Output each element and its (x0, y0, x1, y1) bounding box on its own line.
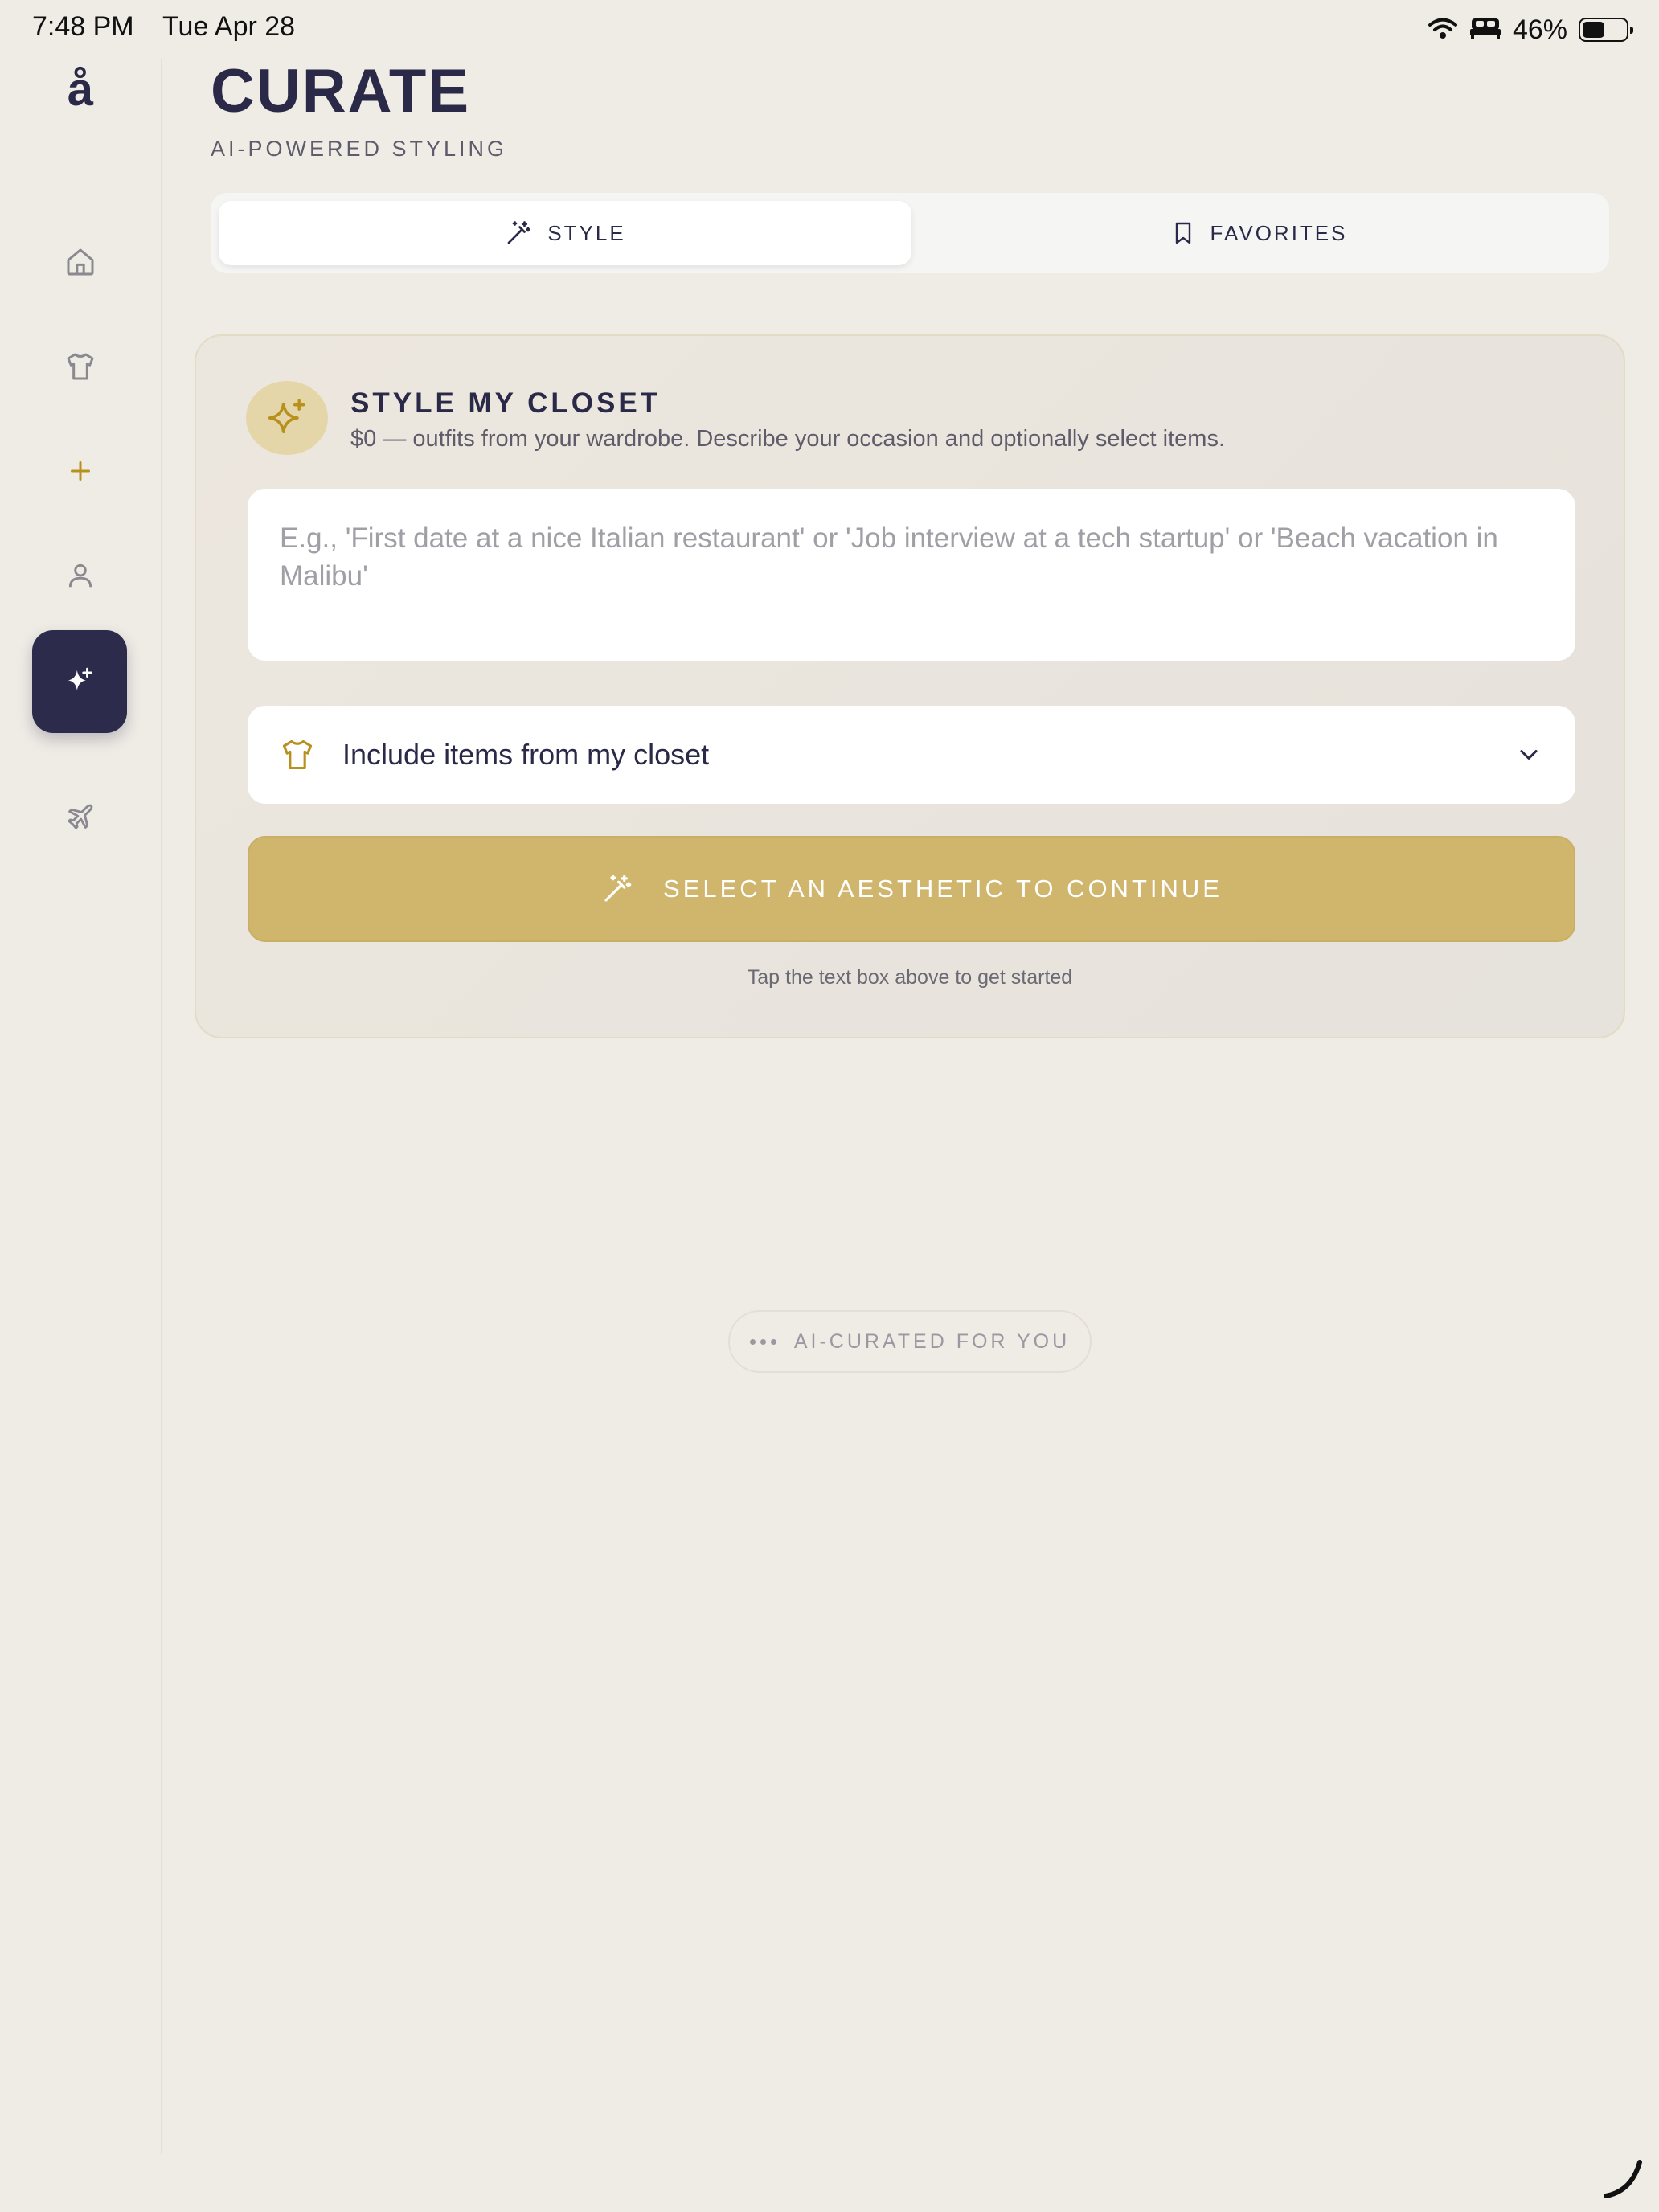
nav-travel[interactable] (48, 784, 113, 849)
nav-profile[interactable] (48, 543, 113, 608)
status-bar: 7:48 PM Tue Apr 28 46% (0, 0, 1659, 59)
tab-favorites[interactable]: FAVORITES (916, 201, 1601, 265)
magic-wand-icon (507, 221, 531, 244)
card-sparkle-badge (246, 381, 328, 455)
tab-style[interactable]: STYLE (219, 201, 911, 265)
plus-icon (71, 461, 90, 481)
nav-wardrobe[interactable] (48, 334, 113, 399)
closet-dropdown-label: Include items from my closet (342, 738, 710, 771)
occasion-input[interactable] (248, 489, 1575, 661)
nav-add[interactable] (48, 439, 113, 503)
magic-wand-icon (604, 875, 632, 902)
chevron-down-icon (1520, 750, 1538, 760)
page-subtitle: AI-POWERED STYLING (211, 137, 508, 161)
nav-home[interactable] (48, 230, 113, 294)
tab-style-label: STYLE (547, 220, 626, 245)
sparkle-icon (268, 399, 305, 434)
wifi-icon (1428, 16, 1458, 44)
home-icon (67, 248, 94, 276)
status-indicators: 46% (1428, 11, 1633, 48)
hint-text: Tap the text box above to get started (747, 966, 1073, 989)
closet-items-dropdown[interactable]: Include items from my closet (248, 706, 1575, 804)
page-title: CURATE (211, 57, 471, 125)
select-aesthetic-label: SELECT AN AESTHETIC TO CONTINUE (663, 875, 1223, 903)
card-title: STYLE MY CLOSET (350, 387, 662, 419)
nav-curate[interactable] (32, 630, 127, 733)
ellipsis-icon (749, 1338, 776, 1345)
tab-bar: STYLE FAVORITES (211, 193, 1609, 273)
tab-favorites-label: FAVORITES (1210, 220, 1348, 245)
battery-percent: 46% (1512, 14, 1567, 45)
status-time: 7:48 PM (32, 11, 134, 42)
card-subtitle: $0 — outfits from your wardrobe. Describ… (350, 426, 1225, 452)
app-logo[interactable]: å (40, 63, 121, 117)
loading-arc-icon (1604, 2160, 1642, 2198)
ai-curated-badge: AI-CURATED FOR YOU (728, 1310, 1092, 1373)
sidebar: å (0, 59, 162, 2154)
shirt-icon (67, 353, 94, 380)
bookmark-icon (1175, 222, 1190, 244)
ai-curated-label: AI-CURATED FOR YOU (793, 1329, 1071, 1353)
battery-icon (1579, 18, 1633, 42)
shirt-icon (282, 739, 313, 770)
style-my-closet-card: STYLE MY CLOSET $0 — outfits from your w… (195, 334, 1625, 1038)
user-icon (68, 563, 92, 588)
bed-icon (1469, 16, 1501, 44)
sparkle-icon (68, 667, 92, 691)
battery-fill (1583, 22, 1604, 38)
status-date: Tue Apr 28 (162, 11, 296, 42)
select-aesthetic-button[interactable]: SELECT AN AESTHETIC TO CONTINUE (248, 836, 1575, 942)
airplane-icon (68, 804, 93, 830)
